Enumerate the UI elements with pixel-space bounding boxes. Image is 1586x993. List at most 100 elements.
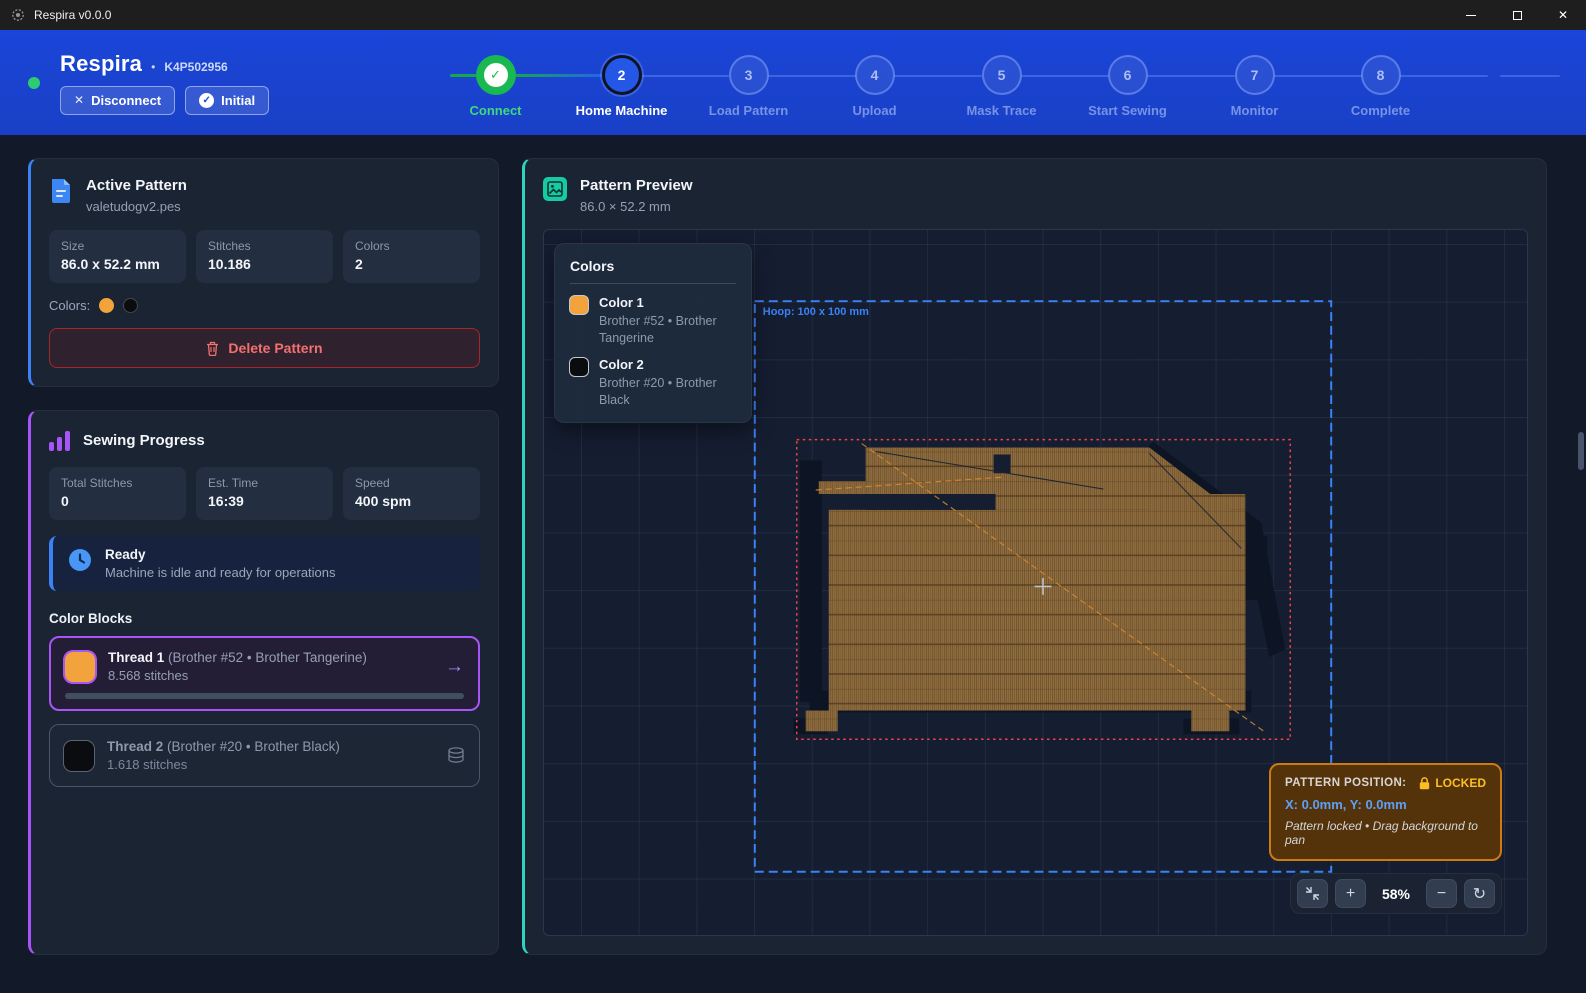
thread-1-row[interactable]: Thread 1 (Brother #52 • Brother Tangerin… (49, 636, 480, 711)
thread-colorway: (Brother #20 • Brother Black) (167, 739, 340, 754)
thread-stitch-count: 1.618 stitches (107, 757, 340, 772)
legend-color-name: Color 2 (599, 357, 736, 372)
stat-value: 16:39 (208, 493, 321, 509)
legend-swatch-2 (570, 358, 588, 376)
step-label: Complete (1317, 103, 1444, 118)
thread-1-progress-bar (65, 693, 464, 699)
app-brand: Respira (60, 51, 142, 77)
plus-icon: + (1346, 885, 1355, 903)
step-label: Load Pattern (685, 103, 812, 118)
disconnect-button[interactable]: ✕ Disconnect (60, 86, 175, 115)
step-connect-circle: ✓ (476, 55, 516, 95)
step-start-sewing[interactable]: 6 Start Sewing (1064, 47, 1191, 118)
step-label: Mask Trace (938, 103, 1065, 118)
delete-pattern-button[interactable]: Delete Pattern (49, 328, 480, 368)
pattern-dimensions: 86.0 × 52.2 mm (580, 199, 693, 214)
lock-icon (1419, 777, 1430, 790)
connection-status-dot (28, 77, 40, 89)
scrollbar-thumb[interactable] (1578, 432, 1584, 470)
preview-canvas[interactable]: Colors Color 1 Brother #52 • Brother Tan… (543, 229, 1528, 936)
stat-label: Stitches (208, 239, 321, 253)
stat-label: Total Stitches (61, 476, 174, 490)
step-mask-trace[interactable]: 5 Mask Trace (938, 47, 1065, 118)
step-label: Monitor (1191, 103, 1318, 118)
thread-name: Thread 1 (108, 650, 164, 665)
stepper-line (1500, 75, 1560, 77)
step-upload[interactable]: 4 Upload (811, 47, 938, 118)
refresh-icon: ↻ (1473, 884, 1486, 904)
serial-separator: • (151, 60, 155, 74)
reset-view-button[interactable]: ↻ (1464, 879, 1495, 908)
pattern-filename: valetudogv2.pes (86, 199, 187, 214)
delete-pattern-label: Delete Pattern (228, 340, 322, 356)
disconnect-x-icon: ✕ (74, 93, 84, 107)
colors-label: Colors: (49, 298, 90, 313)
color-dot-black (123, 298, 138, 313)
maximize-button[interactable] (1494, 0, 1540, 30)
stat-value: 10.186 (208, 256, 321, 272)
legend-title: Colors (570, 258, 736, 284)
stat-value: 400 spm (355, 493, 468, 509)
position-coordinates: X: 0.0mm, Y: 0.0mm (1285, 797, 1486, 812)
stat-colors: Colors 2 (343, 230, 480, 283)
lock-state: LOCKED (1435, 776, 1486, 790)
stat-total-stitches: Total Stitches 0 (49, 467, 186, 520)
step-label: Start Sewing (1064, 103, 1191, 118)
thread-2-swatch (64, 741, 94, 771)
legend-color-1: Color 1 Brother #52 • Brother Tangerine (570, 295, 736, 347)
step-load-pattern[interactable]: 3 Load Pattern (685, 47, 812, 118)
initial-button[interactable]: ✓ Initial (185, 86, 269, 115)
position-label: PATTERN POSITION: (1285, 777, 1406, 789)
step-monitor[interactable]: 7 Monitor (1191, 47, 1318, 118)
step-number: 2 (602, 55, 642, 95)
legend-swatch-1 (570, 296, 588, 314)
close-icon: ✕ (1558, 8, 1568, 22)
trash-icon (206, 341, 219, 356)
app-header: Respira • K4P502956 ✕ Disconnect ✓ Initi… (0, 30, 1586, 135)
app-icon (10, 7, 26, 23)
check-circle-icon: ✓ (199, 93, 214, 108)
close-button[interactable]: ✕ (1540, 0, 1586, 30)
legend-color-name: Color 1 (599, 295, 736, 310)
stat-est-time: Est. Time 16:39 (196, 467, 333, 520)
arrow-right-icon: → (445, 656, 464, 678)
thread-stitch-count: 8.568 stitches (108, 668, 367, 683)
image-icon (543, 177, 567, 201)
stat-label: Speed (355, 476, 468, 490)
stitch-fill (806, 448, 1246, 732)
initial-label: Initial (221, 93, 255, 108)
zoom-out-button[interactable]: − (1426, 879, 1457, 908)
active-pattern-card: Active Pattern valetudogv2.pes Size 86.0… (28, 158, 499, 387)
stat-label: Colors (355, 239, 468, 253)
status-description: Machine is idle and ready for operations (105, 565, 336, 580)
step-connect[interactable]: ✓ Connect (432, 47, 559, 118)
step-number: 7 (1235, 55, 1275, 95)
fit-to-screen-button[interactable] (1297, 879, 1328, 908)
thread-colorway: (Brother #52 • Brother Tangerine) (168, 650, 367, 665)
minus-icon: − (1437, 885, 1446, 903)
machine-status-box: Ready Machine is idle and ready for oper… (49, 536, 480, 591)
step-number: 4 (855, 55, 895, 95)
step-home-machine[interactable]: 2 Home Machine (558, 47, 685, 118)
stat-label: Est. Time (208, 476, 321, 490)
minimize-icon (1466, 15, 1476, 16)
step-number: 8 (1361, 55, 1401, 95)
zoom-level: 58% (1373, 886, 1419, 902)
legend-color-description: Brother #52 • Brother Tangerine (599, 313, 736, 347)
minimize-button[interactable] (1448, 0, 1494, 30)
step-number: 5 (982, 55, 1022, 95)
legend-color-description: Brother #20 • Brother Black (599, 375, 736, 409)
step-complete[interactable]: 8 Complete (1317, 47, 1444, 118)
active-pattern-title: Active Pattern (86, 177, 187, 194)
zoom-in-button[interactable]: + (1335, 879, 1366, 908)
step-label: Connect (432, 103, 559, 118)
fit-to-screen-icon (1305, 886, 1320, 901)
thread-name: Thread 2 (107, 739, 163, 754)
thread-2-row[interactable]: Thread 2 (Brother #20 • Brother Black) 1… (49, 724, 480, 787)
step-label: Upload (811, 103, 938, 118)
stat-value: 86.0 x 52.2 mm (61, 256, 174, 272)
stat-speed: Speed 400 spm (343, 467, 480, 520)
color-blocks-title: Color Blocks (49, 611, 480, 626)
color-dot-orange (99, 298, 114, 313)
hoop-label: Hoop: 100 x 100 mm (763, 306, 869, 318)
